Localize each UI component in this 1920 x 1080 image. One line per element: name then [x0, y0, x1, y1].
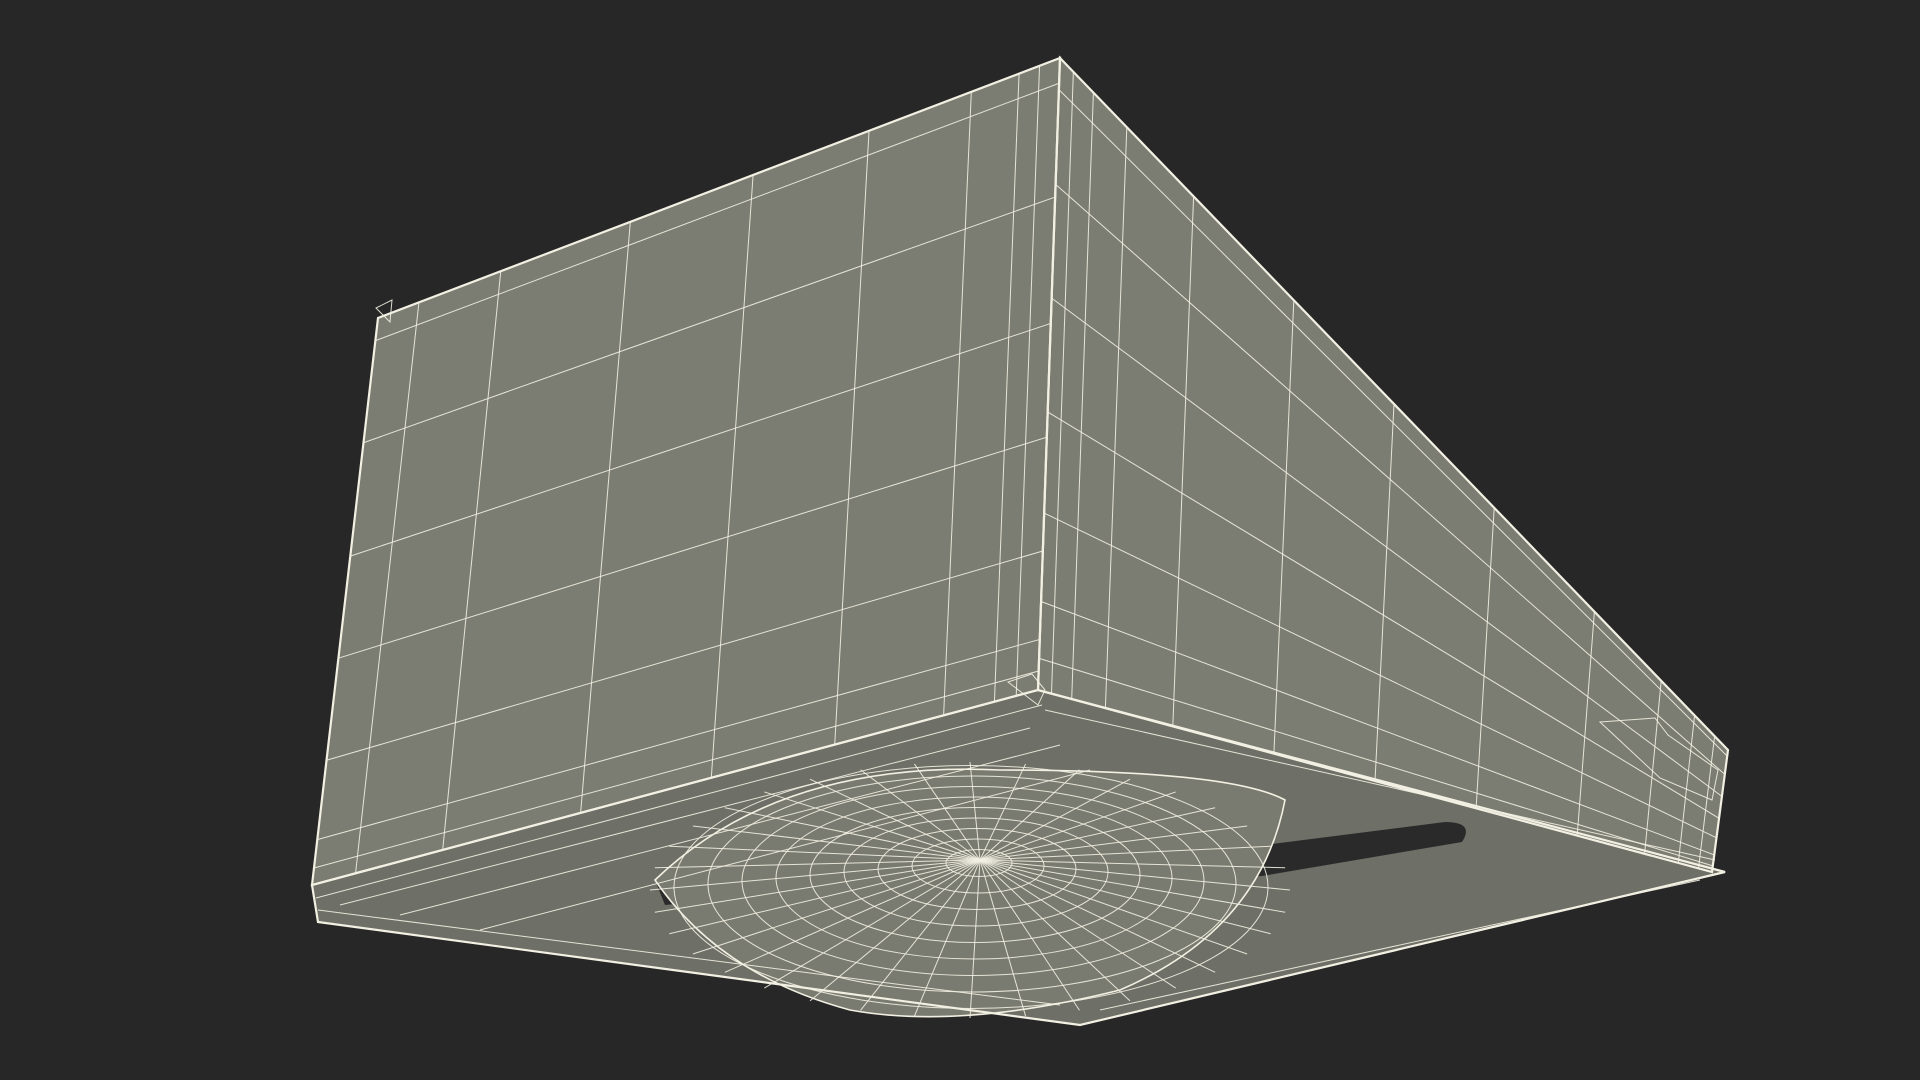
- render-viewport: [0, 0, 1920, 1080]
- wireframe-render: [310, 55, 1730, 1027]
